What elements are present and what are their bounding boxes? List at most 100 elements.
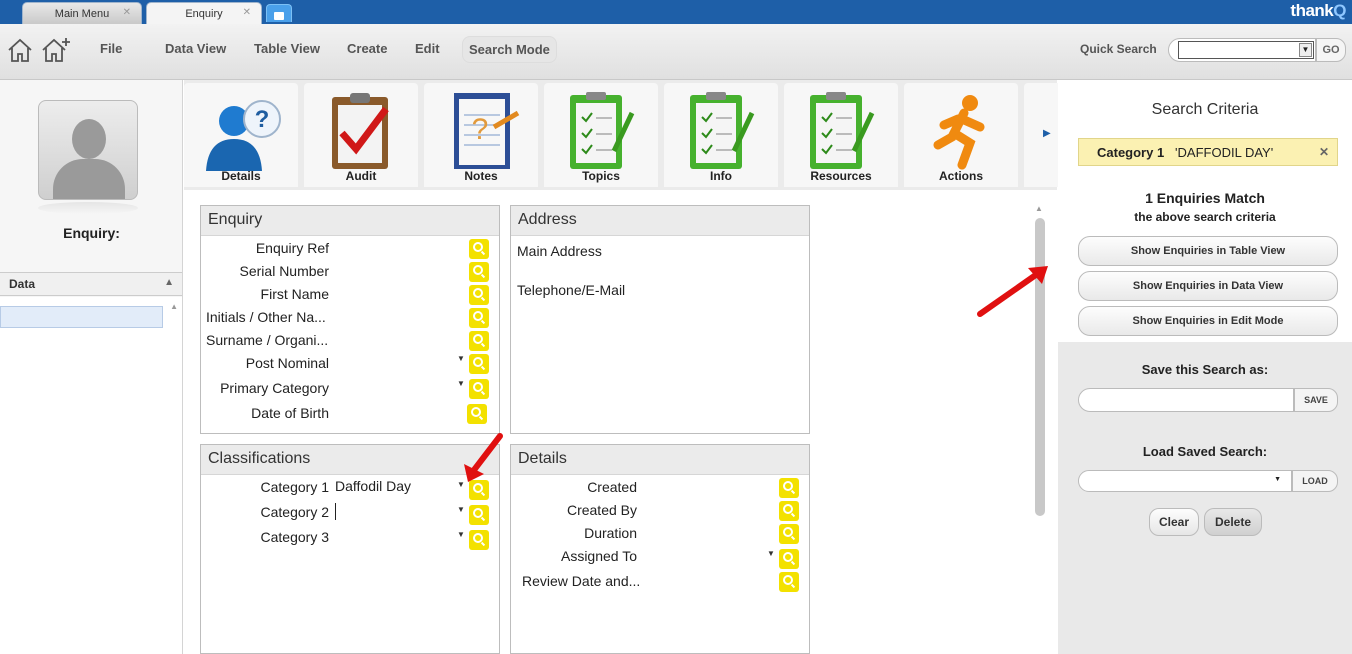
notes-icon: ? [454,93,520,169]
search-icon[interactable] [779,524,799,544]
add-home-icon[interactable] [40,36,72,64]
tab-main-menu[interactable]: Main Menu ✕ [22,2,142,24]
scroll-right-icon[interactable]: ▶ [1043,128,1051,139]
quick-search-go-button[interactable]: GO [1316,38,1346,62]
field-label: Main Address [517,243,602,259]
list-item[interactable] [0,306,163,328]
chevron-down-icon[interactable]: ▼ [457,505,465,514]
new-tab-button[interactable] [266,4,292,22]
chevron-down-icon[interactable]: ▼ [1274,476,1281,483]
category-1-value[interactable]: Daffodil Day [335,478,411,494]
panel-title: Enquiry [201,206,499,236]
field-label: Enquiry Ref [255,240,329,256]
window-tab-bar: Main Menu ✕ Enquiry ✕ thankQ [0,0,1352,24]
remove-criteria-icon[interactable]: ✕ [1319,145,1329,159]
show-data-view-button[interactable]: Show Enquiries in Data View [1078,271,1338,301]
svg-text:?: ? [255,106,270,133]
saved-search-section: Save this Search as: SAVE Load Saved Sea… [1058,342,1352,654]
field-label: Category 1 [260,479,329,495]
menu-table-view[interactable]: Table View [254,41,320,56]
menu-file[interactable]: File [100,41,122,56]
tab-audit[interactable]: Audit [304,83,418,187]
panel-title: Details [511,445,809,475]
chevron-down-icon[interactable]: ▼ [1299,43,1312,57]
annotation-arrow-icon [977,266,1048,317]
field-label: Surname / Organi... [206,332,329,348]
home-icon[interactable] [6,36,34,64]
search-icon[interactable] [469,262,489,282]
menu-edit[interactable]: Edit [415,41,440,56]
quick-search-select[interactable]: ▼ [1178,41,1314,59]
data-list: ▲ [0,297,182,654]
category-2-input[interactable] [335,503,336,520]
tab-resources-label: Resources [810,169,872,183]
search-criteria-title: Search Criteria [1151,101,1259,118]
search-icon[interactable] [779,501,799,521]
section-icon-strip: ? Details Audit ? Notes Topics Info Reso… [184,80,1064,190]
tab-details[interactable]: ? Details [184,83,298,187]
criteria-label: Category 1 [1097,145,1165,160]
field-label: Post Nominal [245,355,329,371]
scroll-up-icon[interactable]: ▲ [170,302,178,311]
search-icon[interactable] [469,505,489,525]
menu-data-view[interactable]: Data View [165,41,226,56]
tab-notes[interactable]: ? Notes [424,83,538,187]
green-clipboard-icon [570,92,635,169]
search-icon[interactable] [469,239,489,259]
load-search-select[interactable]: ▼ [1078,470,1292,492]
search-icon[interactable] [779,478,799,498]
main-toolbar: File Data View Table View Create Edit Se… [0,24,1352,80]
search-icon[interactable] [469,530,489,550]
search-icon[interactable] [469,285,489,305]
enquiry-label: Enquiry: [63,225,120,241]
delete-button[interactable]: Delete [1204,508,1262,536]
panel-title: Address [511,206,809,236]
search-icon[interactable] [467,404,487,424]
tab-notes-label: Notes [464,169,498,183]
show-table-view-button[interactable]: Show Enquiries in Table View [1078,236,1338,266]
save-search-label: Save this Search as: [1141,362,1269,377]
search-icon[interactable] [469,331,489,351]
field-label: First Name [260,286,329,302]
brand-logo: thankQ [1290,1,1346,20]
new-tab-icon [274,12,284,20]
data-section-header[interactable]: Data ▲ [0,272,182,296]
menu-create[interactable]: Create [347,41,387,56]
menu-search-mode[interactable]: Search Mode [462,36,557,63]
close-icon[interactable]: ✕ [123,7,131,18]
chevron-down-icon[interactable]: ▼ [767,549,775,558]
chevron-down-icon[interactable]: ▼ [457,530,465,539]
close-icon[interactable]: ✕ [243,7,251,18]
field-label: Created By [566,502,637,518]
tab-info[interactable]: Info [664,83,778,187]
running-person-icon [933,95,985,170]
panel-title: Classifications [201,445,499,475]
chevron-down-icon[interactable]: ▼ [457,354,465,363]
tab-enquiry[interactable]: Enquiry ✕ [146,2,262,24]
load-search-label: Load Saved Search: [1142,444,1268,459]
tab-topics[interactable]: Topics [544,83,658,187]
main-content: Enquiry Enquiry Ref Serial Number First … [184,190,1057,654]
enquiry-panel: Enquiry Enquiry Ref Serial Number First … [200,205,500,434]
collapse-icon[interactable]: ▲ [164,277,174,288]
save-search-input[interactable] [1078,388,1294,412]
classifications-panel: Classifications Category 1 Daffodil Day … [200,444,500,654]
tab-resources[interactable]: Resources [784,83,898,187]
show-edit-mode-button[interactable]: Show Enquiries in Edit Mode [1078,306,1338,336]
search-icon[interactable] [779,572,799,592]
scroll-up-icon[interactable]: ▲ [1035,204,1043,213]
clipboard-check-icon [332,93,389,169]
quick-search-label: Quick Search [1080,42,1157,56]
search-icon[interactable] [469,308,489,328]
avatar[interactable] [38,100,138,200]
load-button[interactable]: LOAD [1292,470,1338,492]
tab-actions[interactable]: Actions [904,83,1018,187]
clear-button[interactable]: Clear [1149,508,1199,536]
search-icon[interactable] [469,379,489,399]
search-criteria-pane: Search Criteria Category 1 'DAFFODIL DAY… [1058,80,1352,654]
field-label: Date of Birth [251,405,329,421]
search-icon[interactable] [469,354,489,374]
chevron-down-icon[interactable]: ▼ [457,379,465,388]
search-icon[interactable] [779,549,799,569]
save-button[interactable]: SAVE [1294,388,1338,412]
